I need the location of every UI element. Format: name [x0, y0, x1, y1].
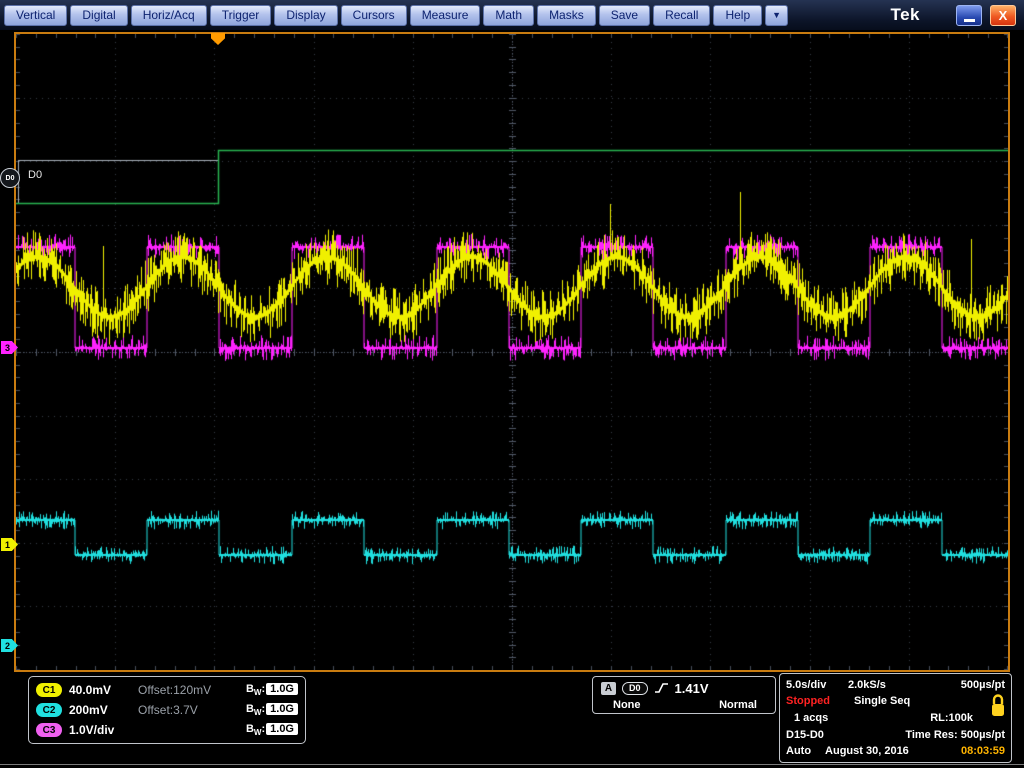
channel-3-badge[interactable]: C3	[36, 723, 62, 737]
trigger-source-badge: D0	[622, 681, 648, 695]
channel-2-offset: Offset:3.7V	[138, 703, 198, 717]
d0-trace-label: D0	[28, 169, 43, 181]
trigger-readout-box[interactable]: A D0 1.41V None Normal	[592, 676, 776, 714]
acquisition-mode: Single Seq	[854, 695, 911, 708]
menu-button-recall[interactable]: Recall	[653, 4, 711, 26]
lock-icon[interactable]	[990, 693, 1006, 719]
digital-bus-range: D15-D0	[786, 728, 824, 741]
menu-button-display[interactable]: Display	[274, 4, 338, 26]
menu-button-digital[interactable]: Digital	[70, 4, 128, 26]
close-button[interactable]: X	[990, 4, 1016, 26]
acquisition-status: Stopped	[786, 695, 830, 708]
channel-readout-box: C1 40.0mV Offset:120mV B W:1.0G C2 200mV …	[28, 676, 306, 744]
channel-1-badge[interactable]: C1	[36, 683, 62, 697]
minimize-icon	[963, 18, 975, 22]
menu-button-measure[interactable]: Measure	[409, 4, 481, 26]
channel-2-bandwidth: B W:1.0G	[246, 703, 298, 717]
trigger-bus-badge: A	[601, 681, 616, 695]
trigger-holdoff: None	[613, 698, 641, 711]
trigger-level: 1.41V	[674, 680, 709, 696]
channel-1-bandwidth: B W:1.0G	[246, 683, 298, 697]
acquisition-count: 1 acqs	[794, 711, 829, 724]
timebase-scale: 5.0s/div	[786, 678, 827, 691]
timebase-row: 5.0s/div 2.0kS/s 500µs/pt	[786, 677, 1005, 693]
display-frame: D0 3 1 2 D0	[0, 32, 1010, 672]
waveform-canvas	[16, 34, 1008, 670]
time-resolution: Time Res: 500µs/pt	[905, 728, 1005, 741]
readout-bar: C1 40.0mV Offset:120mV B W:1.0G C2 200mV …	[0, 672, 1024, 768]
graticule-area: D0 3 1 2 D0	[0, 33, 1008, 670]
channel-1-offset: Offset:120mV	[138, 683, 212, 697]
menu-button-help[interactable]: Help	[713, 4, 763, 26]
digital-row: D15-D0 Time Res: 500µs/pt	[786, 727, 1005, 743]
menu-button-trigger[interactable]: Trigger	[209, 4, 272, 26]
date-row: Auto August 30, 2016 08:03:59	[786, 743, 1005, 759]
channel-3-readout[interactable]: C3 1.0V/div B W:1.0G	[36, 721, 298, 739]
menu-dropdown-button[interactable]: ▼	[765, 4, 789, 26]
menu-button-masks[interactable]: Masks	[537, 4, 596, 26]
acq-status-row: Stopped Single Seq	[786, 694, 1005, 710]
sample-rate: 2.0kS/s	[848, 678, 886, 691]
clock-label: 08:03:59	[960, 745, 1005, 758]
channel-2-badge[interactable]: C2	[36, 703, 62, 717]
channel-marker-d0[interactable]: D0	[0, 168, 20, 188]
channel-1-readout[interactable]: C1 40.0mV Offset:120mV B W:1.0G	[36, 681, 298, 699]
time-per-point: 500µs/pt	[960, 678, 1005, 691]
acquisition-readout-box: 5.0s/div 2.0kS/s 500µs/pt Stopped Single…	[779, 673, 1012, 763]
acq-count-row: 1 acqs RL:100k	[786, 710, 1005, 726]
tek-logo: Tek	[890, 5, 920, 24]
trigger-mode: Normal	[719, 698, 757, 711]
channel-3-bandwidth: B W:1.0G	[246, 723, 298, 737]
menu-button-math[interactable]: Math	[483, 4, 535, 26]
rising-edge-icon	[654, 683, 668, 693]
trigger-mode-label: Auto	[786, 745, 812, 758]
channel-1-scale: 40.0mV	[69, 683, 112, 697]
menu-button-horiz-acq[interactable]: Horiz/Acq	[130, 4, 207, 26]
channel-3-scale: 1.0V/div	[69, 723, 115, 737]
minimize-button[interactable]	[956, 4, 982, 26]
record-length: RL:100k	[930, 711, 973, 724]
menu-button-cursors[interactable]: Cursors	[340, 4, 407, 26]
channel-2-readout[interactable]: C2 200mV Offset:3.7V B W:1.0G	[36, 701, 298, 719]
menu-button-save[interactable]: Save	[598, 4, 651, 26]
bottom-divider	[0, 764, 1024, 765]
menu-bar: Vertical Digital Horiz/Acq Trigger Displ…	[0, 0, 1024, 30]
date-label: August 30, 2016	[825, 745, 909, 758]
channel-2-scale: 200mV	[69, 703, 108, 717]
menu-button-vertical[interactable]: Vertical	[4, 4, 68, 26]
